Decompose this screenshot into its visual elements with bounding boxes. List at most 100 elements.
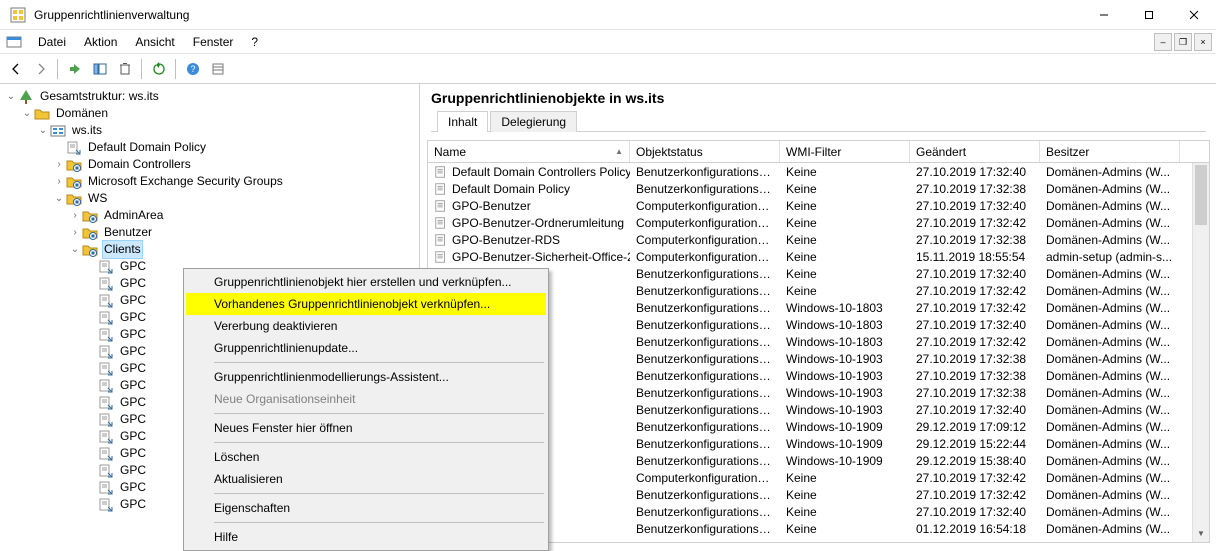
cell-changed: 27.10.2019 17:32:40	[910, 505, 1040, 519]
cell-wmi: Windows-10-1803	[780, 301, 910, 315]
ctx-modeling-wizard[interactable]: Gruppenrichtlinienmodellierungs-Assisten…	[186, 366, 546, 388]
cell-wmi: Keine	[780, 284, 910, 298]
mdi-restore-button[interactable]: ❐	[1174, 33, 1192, 51]
ctx-delete[interactable]: Löschen	[186, 446, 546, 468]
tree-node-label: GPC	[118, 394, 148, 411]
cell-owner: Domänen-Admins (W...	[1040, 233, 1180, 247]
list-item[interactable]: GPO-Benutzer-RDSComputerkonfigurationsei…	[428, 231, 1209, 248]
ctx-link-existing-gpo[interactable]: Vorhandenes Gruppenrichtlinienobjekt ver…	[186, 293, 546, 315]
ctx-new-window[interactable]: Neues Fenster hier öffnen	[186, 417, 546, 439]
cell-owner: Domänen-Admins (W...	[1040, 352, 1180, 366]
list-item[interactable]: GPO-Benutzer-OrdnerumleitungComputerkonf…	[428, 214, 1209, 231]
gpo-icon	[434, 182, 448, 196]
ctx-create-gpo[interactable]: Gruppenrichtlinienobjekt hier erstellen …	[186, 271, 546, 293]
col-wmi[interactable]: WMI-Filter	[780, 141, 910, 162]
menu-action[interactable]: Aktion	[76, 33, 125, 51]
tab-content[interactable]: Inhalt	[437, 111, 488, 132]
tree-ws[interactable]: ⌄WS	[4, 190, 419, 207]
minimize-button[interactable]	[1081, 0, 1126, 30]
column-headers[interactable]: Name▲ Objektstatus WMI-Filter Geändert B…	[428, 141, 1209, 163]
list-item[interactable]: GPO-Benutzer-Sicherheit-Office-2016Compu…	[428, 248, 1209, 265]
scroll-down-icon[interactable]: ▼	[1193, 525, 1209, 542]
cell-wmi: Windows-10-1903	[780, 369, 910, 383]
cell-changed: 27.10.2019 17:32:42	[910, 471, 1040, 485]
cell-name: GPO-Benutzer-RDS	[452, 233, 560, 247]
show-hide-tree-button[interactable]	[88, 57, 111, 80]
cell-changed: 27.10.2019 17:32:40	[910, 199, 1040, 213]
menu-file[interactable]: Datei	[30, 33, 74, 51]
cell-changed: 27.10.2019 17:32:38	[910, 386, 1040, 400]
expand-icon[interactable]: ⌄	[4, 88, 18, 105]
cell-status: Computerkonfigurationsein...	[630, 216, 780, 230]
cell-changed: 27.10.2019 17:32:40	[910, 165, 1040, 179]
back-button[interactable]	[4, 57, 27, 80]
tree-default-domain-policy[interactable]: Default Domain Policy	[4, 139, 419, 156]
properties-button[interactable]	[206, 57, 229, 80]
tree-benutzer[interactable]: › Benutzer	[4, 224, 419, 241]
cell-changed: 27.10.2019 17:32:40	[910, 318, 1040, 332]
cell-owner: Domänen-Admins (W...	[1040, 505, 1180, 519]
up-button[interactable]	[63, 57, 86, 80]
tree-clients[interactable]: ⌄Clients	[4, 241, 419, 258]
mdi-minimize-button[interactable]: –	[1154, 33, 1172, 51]
mdi-close-button[interactable]: ×	[1194, 33, 1212, 51]
scrollbar[interactable]: ▲ ▼	[1192, 163, 1209, 542]
cell-changed: 27.10.2019 17:32:38	[910, 233, 1040, 247]
cell-wmi: Keine	[780, 505, 910, 519]
forward-button[interactable]	[29, 57, 52, 80]
expand-icon[interactable]: ›	[52, 173, 66, 190]
tree-node-label: Benutzer	[102, 224, 154, 241]
refresh-button[interactable]	[147, 57, 170, 80]
ctx-properties[interactable]: Eigenschaften	[186, 497, 546, 519]
scroll-thumb[interactable]	[1195, 165, 1207, 225]
expand-icon[interactable]: ›	[68, 224, 82, 241]
ctx-block-inheritance[interactable]: Vererbung deaktivieren	[186, 315, 546, 337]
cell-status: Benutzerkonfigurationsein...	[630, 369, 780, 383]
col-changed[interactable]: Geändert	[910, 141, 1040, 162]
expand-icon[interactable]: ›	[68, 207, 82, 224]
menu-help[interactable]: ?	[243, 33, 266, 51]
cell-owner: Domänen-Admins (W...	[1040, 437, 1180, 451]
list-item[interactable]: Default Domain PolicyBenutzerkonfigurati…	[428, 180, 1209, 197]
col-owner[interactable]: Besitzer	[1040, 141, 1180, 162]
help-button[interactable]: ?	[181, 57, 204, 80]
cell-changed: 29.12.2019 17:09:12	[910, 420, 1040, 434]
expand-icon[interactable]: ⌄	[20, 105, 34, 122]
tree-node-label: GPC	[118, 292, 148, 309]
tree-mesg[interactable]: ›Microsoft Exchange Security Groups	[4, 173, 419, 190]
tree-domain-controllers[interactable]: ›Domain Controllers	[4, 156, 419, 173]
maximize-button[interactable]	[1126, 0, 1171, 30]
close-button[interactable]	[1171, 0, 1216, 30]
tree-domain[interactable]: ⌄ws.its	[4, 122, 419, 139]
cell-wmi: Keine	[780, 488, 910, 502]
expand-icon[interactable]: ⌄	[52, 190, 66, 207]
tb-sep	[175, 59, 176, 79]
cell-wmi: Windows-10-1803	[780, 318, 910, 332]
expand-icon[interactable]: ⌄	[36, 122, 50, 139]
ctx-gpupdate[interactable]: Gruppenrichtlinienupdate...	[186, 337, 546, 359]
col-status[interactable]: Objektstatus	[630, 141, 780, 162]
list-item[interactable]: GPO-BenutzerComputerkonfigurationsein...…	[428, 197, 1209, 214]
cell-status: Benutzerkonfigurationsein...	[630, 454, 780, 468]
cell-name: Default Domain Policy	[452, 182, 570, 196]
cell-status: Benutzerkonfigurationsein...	[630, 505, 780, 519]
cell-changed: 27.10.2019 17:32:38	[910, 352, 1040, 366]
ctx-sep	[214, 522, 544, 523]
ctx-refresh[interactable]: Aktualisieren	[186, 468, 546, 490]
list-item[interactable]: Default Domain Controllers PolicyBenutze…	[428, 163, 1209, 180]
tree-domains[interactable]: ⌄Domänen	[4, 105, 419, 122]
menu-view[interactable]: Ansicht	[127, 33, 182, 51]
tree-node-label: GPC	[118, 326, 148, 343]
tree-adminarea[interactable]: › AdminArea	[4, 207, 419, 224]
tree-node-label: GPC	[118, 496, 148, 513]
expand-icon[interactable]: ›	[52, 156, 66, 173]
expand-icon[interactable]: ⌄	[68, 241, 82, 258]
menu-window[interactable]: Fenster	[185, 33, 242, 51]
tree-node-label: AdminArea	[102, 207, 165, 224]
delete-button[interactable]	[113, 57, 136, 80]
tree-forest[interactable]: ⌄Gesamtstruktur: ws.its	[4, 88, 419, 105]
tab-delegation[interactable]: Delegierung	[490, 111, 577, 132]
ctx-help[interactable]: Hilfe	[186, 526, 546, 548]
tree-node-label: Default Domain Policy	[86, 139, 208, 156]
cell-wmi: Windows-10-1803	[780, 335, 910, 349]
